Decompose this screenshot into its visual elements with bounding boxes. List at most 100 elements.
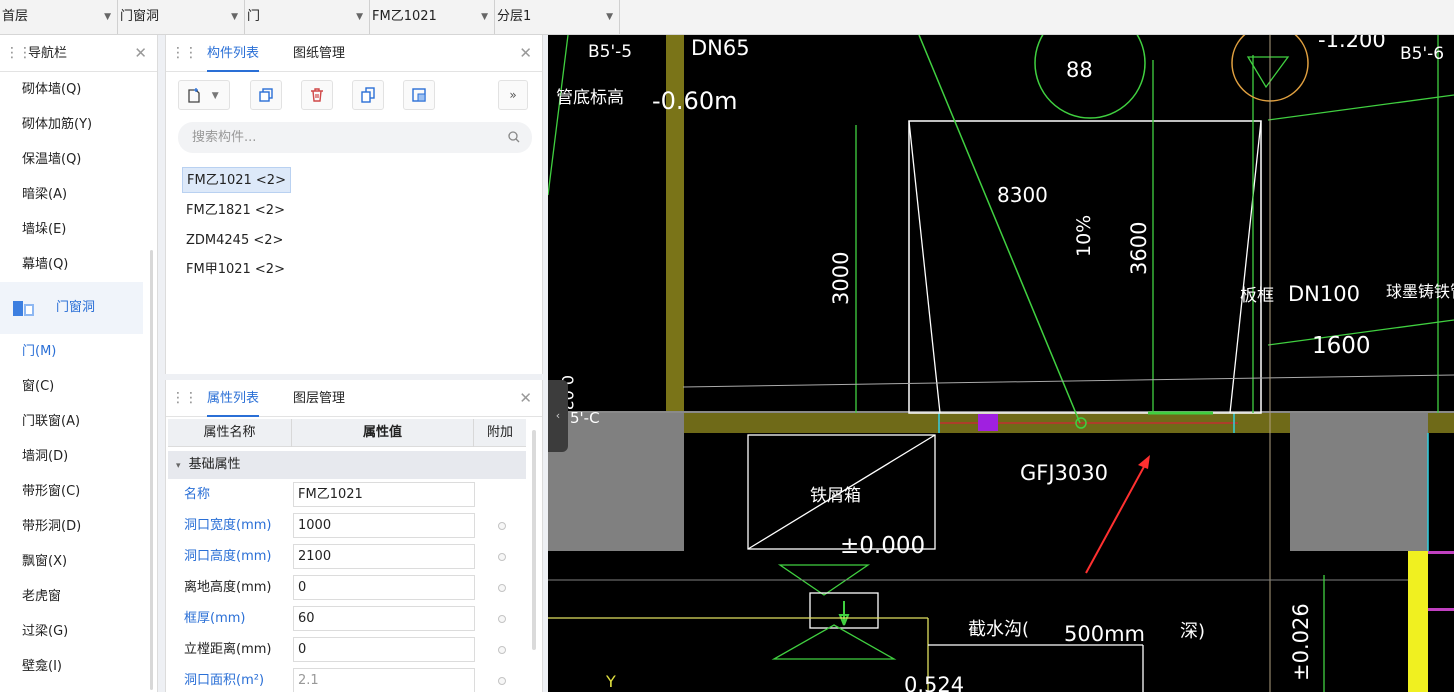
floor-dropdown[interactable]: 首层 ▼ — [0, 0, 118, 34]
close-icon[interactable]: ✕ — [134, 35, 147, 72]
tab-drawing-management[interactable]: 图纸管理 — [293, 35, 345, 72]
nav-item-door[interactable]: 门(M) — [0, 334, 157, 369]
nav-item[interactable]: 幕墙(Q) — [0, 247, 157, 282]
cad-drawing: DN65 B5'-5 管底标高 -0.60m 88 -1.200 B5'-6 8… — [548, 35, 1454, 692]
chevron-down-icon: ▼ — [211, 90, 219, 101]
property-panel-header: ⋮⋮ 属性列表 图层管理 ✕ — [166, 380, 542, 417]
layer-icon — [412, 88, 426, 102]
property-value-input[interactable]: 1000 — [293, 513, 475, 538]
property-value-input[interactable]: 0 — [293, 637, 475, 662]
extra-checkbox[interactable] — [498, 677, 506, 685]
selected-door-marker[interactable] — [978, 414, 998, 431]
tab-layer-management[interactable]: 图层管理 — [293, 380, 345, 417]
property-value-input[interactable]: FM乙1021 — [293, 482, 475, 507]
cad-label: 88 — [1066, 58, 1093, 82]
component-panel-header: ⋮⋮ 构件列表 图纸管理 ✕ — [166, 35, 542, 72]
extra-checkbox[interactable] — [498, 615, 506, 623]
extra-checkbox[interactable] — [498, 553, 506, 561]
cad-label: DN65 — [691, 36, 750, 60]
nav-item[interactable]: 老虎窗 — [0, 579, 157, 614]
cad-label: 板框 — [1240, 286, 1274, 306]
drag-grip-icon[interactable]: ⋮⋮ — [171, 35, 198, 72]
cad-label: ±0.026 — [1289, 603, 1313, 681]
cad-label: DN100 — [1288, 282, 1360, 306]
nav-item[interactable]: 门联窗(A) — [0, 404, 157, 439]
nav-item[interactable]: 壁龛(I) — [0, 649, 157, 684]
nav-group-door-window-opening[interactable]: 门窗洞 — [0, 282, 143, 334]
layer-dropdown[interactable]: 分层1 ▼ — [495, 0, 620, 34]
close-icon[interactable]: ✕ — [519, 35, 532, 72]
nav-item[interactable]: 暗梁(A) — [0, 177, 157, 212]
nav-item[interactable]: 墙垛(E) — [0, 212, 157, 247]
cad-label: 0.524 — [904, 673, 964, 692]
property-value-input[interactable]: 2100 — [293, 544, 475, 569]
cad-label: GFJ3030 — [1020, 461, 1108, 485]
cad-label: 5'-C — [570, 409, 600, 427]
yellow-strip — [1408, 551, 1428, 692]
category-value: 门窗洞 — [120, 9, 160, 24]
layer-copy-button[interactable] — [403, 80, 435, 110]
nav-list: 砌体墙(Q) 砌体加筋(Y) 保温墙(Q) 暗梁(A) 墙垛(E) 幕墙(Q) … — [0, 72, 157, 684]
drag-grip-icon[interactable]: ⋮⋮ — [171, 380, 198, 417]
property-value-input[interactable]: 60 — [293, 606, 475, 631]
copy-button[interactable] — [250, 80, 282, 110]
chevron-down-icon: ▼ — [481, 12, 488, 22]
category-dropdown[interactable]: 门窗洞 ▼ — [118, 0, 245, 34]
cad-label: 截水沟( — [968, 619, 1029, 640]
property-value-input[interactable]: 0 — [293, 575, 475, 600]
property-row-frame-distance: 立樘距离(mm) 0 — [168, 634, 526, 665]
property-label: 立樘距离(mm) — [184, 642, 272, 657]
nav-item[interactable]: 飘窗(X) — [0, 544, 157, 579]
nav-item[interactable]: 窗(C) — [0, 369, 157, 404]
panel-collapse-handle[interactable]: ‹ — [548, 380, 568, 452]
property-row-frame-thickness: 框厚(mm) 60 — [168, 603, 526, 634]
more-button[interactable]: » — [498, 80, 528, 110]
copy-to-floor-button[interactable] — [352, 80, 384, 110]
section-basic-properties[interactable]: ▾ 基础属性 — [168, 451, 526, 479]
section-label: 基础属性 — [188, 457, 241, 472]
nav-item[interactable]: 过梁(G) — [0, 614, 157, 649]
cad-label: 管底标高 — [556, 88, 624, 108]
component-dropdown[interactable]: FM乙1021 ▼ — [370, 0, 495, 34]
trash-icon — [311, 88, 323, 102]
property-row-width: 洞口宽度(mm) 1000 — [168, 510, 526, 541]
floor-value: 首层 — [2, 9, 29, 24]
cad-label: ±0.000 — [840, 533, 925, 559]
column-header-extra: 附加 — [486, 425, 513, 440]
nav-item[interactable]: 带形窗(C) — [0, 474, 157, 509]
new-component-button[interactable]: ▼ — [178, 80, 230, 110]
type-value: 门 — [247, 9, 261, 24]
column-header-name: 属性名称 — [168, 419, 292, 447]
property-label: 洞口宽度(mm) — [184, 518, 272, 533]
search-icon[interactable] — [508, 131, 520, 143]
tab-property-list[interactable]: 属性列表 — [207, 380, 260, 417]
navigation-panel: ⋮⋮ 导航栏 ✕ 砌体墙(Q) 砌体加筋(Y) 保温墙(Q) 暗梁(A) 墙垛(… — [0, 35, 158, 692]
search-input[interactable]: 搜索构件... — [178, 122, 532, 153]
delete-button[interactable] — [301, 80, 333, 110]
cad-label: 1600 — [1312, 333, 1371, 359]
extra-checkbox[interactable] — [498, 646, 506, 654]
cad-drawing-canvas[interactable]: DN65 B5'-5 管底标高 -0.60m 88 -1.200 B5'-6 8… — [548, 35, 1454, 692]
nav-item[interactable]: 保温墙(Q) — [0, 142, 157, 177]
nav-scrollbar[interactable] — [150, 250, 153, 690]
cad-label: 3600 — [1127, 222, 1151, 275]
nav-item[interactable]: 带形洞(D) — [0, 509, 157, 544]
chevron-down-icon: ▼ — [231, 12, 238, 22]
property-value-readonly: 2.1 — [293, 668, 475, 692]
nav-item[interactable]: 砌体加筋(Y) — [0, 107, 157, 142]
nav-item[interactable]: 墙洞(D) — [0, 439, 157, 474]
tab-component-list[interactable]: 构件列表 — [207, 35, 260, 72]
property-row-floor-height: 离地高度(mm) 0 — [168, 572, 526, 603]
component-item[interactable]: FM甲1021 <2> — [182, 257, 289, 283]
nav-item[interactable]: 砌体墙(Q) — [0, 72, 157, 107]
type-dropdown[interactable]: 门 ▼ — [245, 0, 370, 34]
extra-checkbox[interactable] — [498, 584, 506, 592]
component-item-selected[interactable]: FM乙1021 <2> — [182, 167, 291, 193]
property-scrollbar[interactable] — [532, 430, 536, 650]
cad-label: Y — [605, 672, 616, 691]
close-icon[interactable]: ✕ — [519, 380, 532, 417]
column-header-value: 属性值 — [292, 419, 474, 447]
extra-checkbox[interactable] — [498, 522, 506, 530]
component-item[interactable]: FM乙1821 <2> — [182, 198, 289, 224]
component-item[interactable]: ZDM4245 <2> — [182, 228, 287, 254]
